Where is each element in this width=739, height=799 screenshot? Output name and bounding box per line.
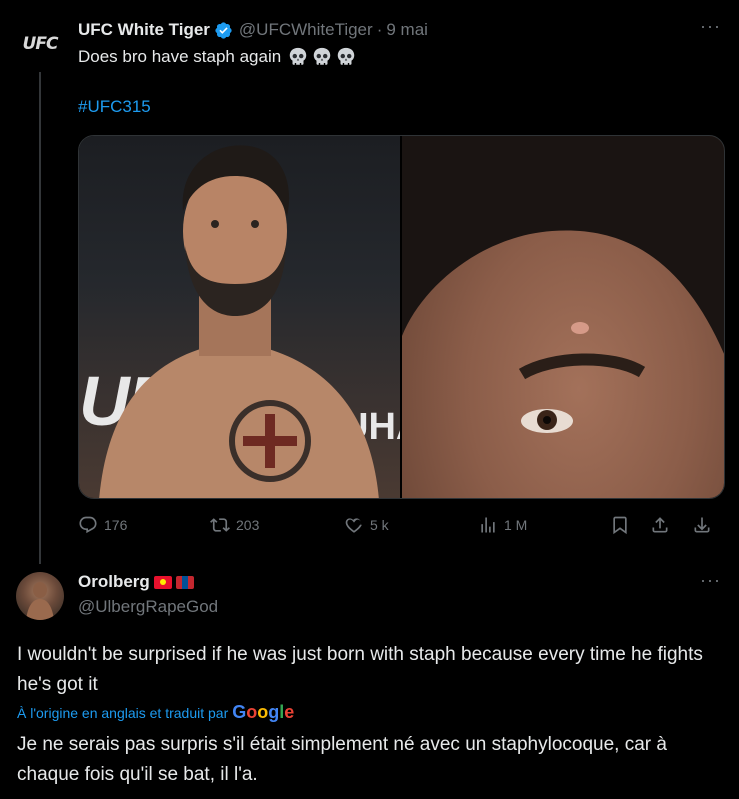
views-button[interactable]: 1 M: [478, 515, 527, 535]
reply-button[interactable]: 176: [78, 515, 127, 535]
like-button[interactable]: 5 k: [344, 515, 389, 535]
media-image-right[interactable]: [402, 136, 724, 498]
retweet-icon: [210, 518, 230, 532]
bookmark-button[interactable]: [610, 515, 630, 535]
author-name[interactable]: UFC White Tiger: [78, 20, 210, 40]
tweet-date[interactable]: 9 mai: [386, 20, 428, 40]
separator: ·: [376, 20, 383, 39]
share-button[interactable]: [650, 515, 670, 535]
heart-icon: [345, 518, 362, 533]
reply-more-options-button[interactable]: ···: [700, 570, 721, 591]
reply-author-handle[interactable]: @UlbergRapeGod: [78, 597, 218, 617]
kyrgyzstan-flag-icon: [153, 575, 172, 589]
more-options-button[interactable]: ···: [700, 16, 721, 37]
translated-text: Je ne serais pas surpris s'il était simp…: [17, 734, 667, 785]
like-count: 5 k: [370, 517, 389, 533]
download-icon: [694, 517, 710, 533]
author-handle[interactable]: @UFCWhiteTiger: [239, 20, 373, 40]
reply-author-name[interactable]: Orolberg: [78, 572, 150, 592]
avatar-logo-text: UFC: [22, 34, 59, 54]
analytics-icon: [481, 517, 495, 533]
media-grid[interactable]: UFC UHA: [78, 135, 725, 499]
translation-note[interactable]: À l'origine en anglais et traduit par Go…: [17, 702, 294, 723]
avatar[interactable]: UFC: [16, 20, 64, 68]
view-count: 1 M: [504, 517, 528, 533]
retweet-count: 203: [236, 517, 260, 533]
thread-line: [39, 72, 41, 564]
reply-avatar-illustration: [26, 582, 54, 620]
retweet-button[interactable]: 203: [210, 515, 259, 535]
media-image-left[interactable]: UFC UHA: [79, 136, 400, 498]
bookmark-icon: [613, 516, 627, 535]
skull-icon: [337, 47, 355, 65]
reply-text: I wouldn't be surprised if he was just b…: [17, 644, 703, 695]
skull-icon: [289, 47, 307, 65]
emoji-group: [287, 46, 357, 68]
tweet-header: UFC White Tiger @UFCWhiteTiger · 9 mai: [78, 20, 428, 40]
reply-icon: [79, 516, 97, 534]
mongolia-flag-icon: [175, 575, 194, 589]
verified-badge-icon: [215, 21, 232, 39]
tweet-actions: 176 203 5 k 1 M: [78, 515, 725, 539]
closeup-photo-illustration: [402, 136, 724, 433]
google-logo: Google: [232, 702, 295, 722]
tweet-text: Does bro have staph again: [78, 46, 357, 68]
translation-note-text: À l'origine en anglais et traduit par: [17, 704, 229, 721]
tweet-body: Does bro have staph again: [78, 47, 282, 66]
reply-header: Orolberg: [78, 572, 194, 592]
fighter-photo-illustration: [99, 145, 379, 498]
download-button[interactable]: [692, 515, 712, 535]
hashtag-link[interactable]: #UFC315: [78, 97, 151, 117]
skull-icon: [313, 47, 331, 65]
share-icon: [652, 517, 668, 533]
reply-count: 176: [104, 517, 128, 533]
reply-avatar[interactable]: [16, 572, 64, 620]
